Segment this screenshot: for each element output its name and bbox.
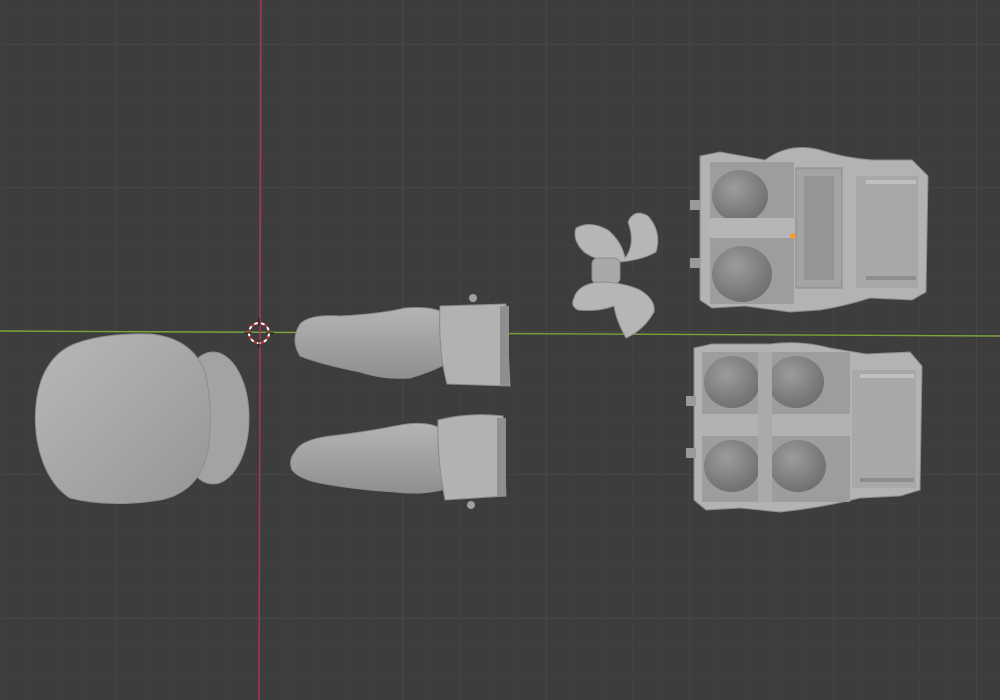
viewport-canvas[interactable] xyxy=(0,0,1000,700)
arm-lower-pin xyxy=(467,501,475,509)
torso-bottom-socket-1 xyxy=(704,356,760,408)
torso-bottom-right-stripe-2 xyxy=(860,478,914,482)
torso-top-right-stripe-2 xyxy=(866,276,916,280)
arm-lower-cuff xyxy=(437,414,507,501)
object-origin-icon[interactable] xyxy=(790,233,796,239)
torso-bottom-cross-v xyxy=(758,352,772,502)
torso-bottom-socket-2 xyxy=(768,356,824,408)
torso-top-divider xyxy=(708,218,798,238)
torso-bottom-socket-3 xyxy=(704,440,760,492)
arm-upper-cuff-rim xyxy=(500,306,509,386)
torso-bottom-right-stripe-1 xyxy=(860,374,914,378)
head-shape xyxy=(34,333,211,505)
torso-bottom-tab-1 xyxy=(686,396,696,406)
torso-top-tab-1 xyxy=(690,200,700,210)
object-head[interactable] xyxy=(34,333,250,505)
object-torso-bottom[interactable] xyxy=(686,342,923,513)
torso-bottom-socket-4 xyxy=(770,440,826,492)
torso-top-tab-2 xyxy=(690,258,700,268)
torso-bottom-cross-h xyxy=(702,414,850,436)
torso-top-right-panel xyxy=(856,176,918,288)
torso-bottom-tab-2 xyxy=(686,448,696,458)
object-torso-top[interactable] xyxy=(690,147,929,313)
torso-top-socket-2 xyxy=(712,246,772,302)
arm-upper-pin xyxy=(469,294,477,302)
bowtie-knot xyxy=(591,257,621,285)
torso-bottom-right-panel xyxy=(852,370,916,488)
arm-upper-cuff xyxy=(439,303,511,387)
3d-viewport[interactable] xyxy=(0,0,1000,700)
torso-top-socket-1 xyxy=(712,170,768,222)
torso-top-right-stripe-1 xyxy=(866,180,916,184)
arm-lower-cuff-rim xyxy=(497,418,506,496)
torso-top-center-inner xyxy=(804,176,834,280)
